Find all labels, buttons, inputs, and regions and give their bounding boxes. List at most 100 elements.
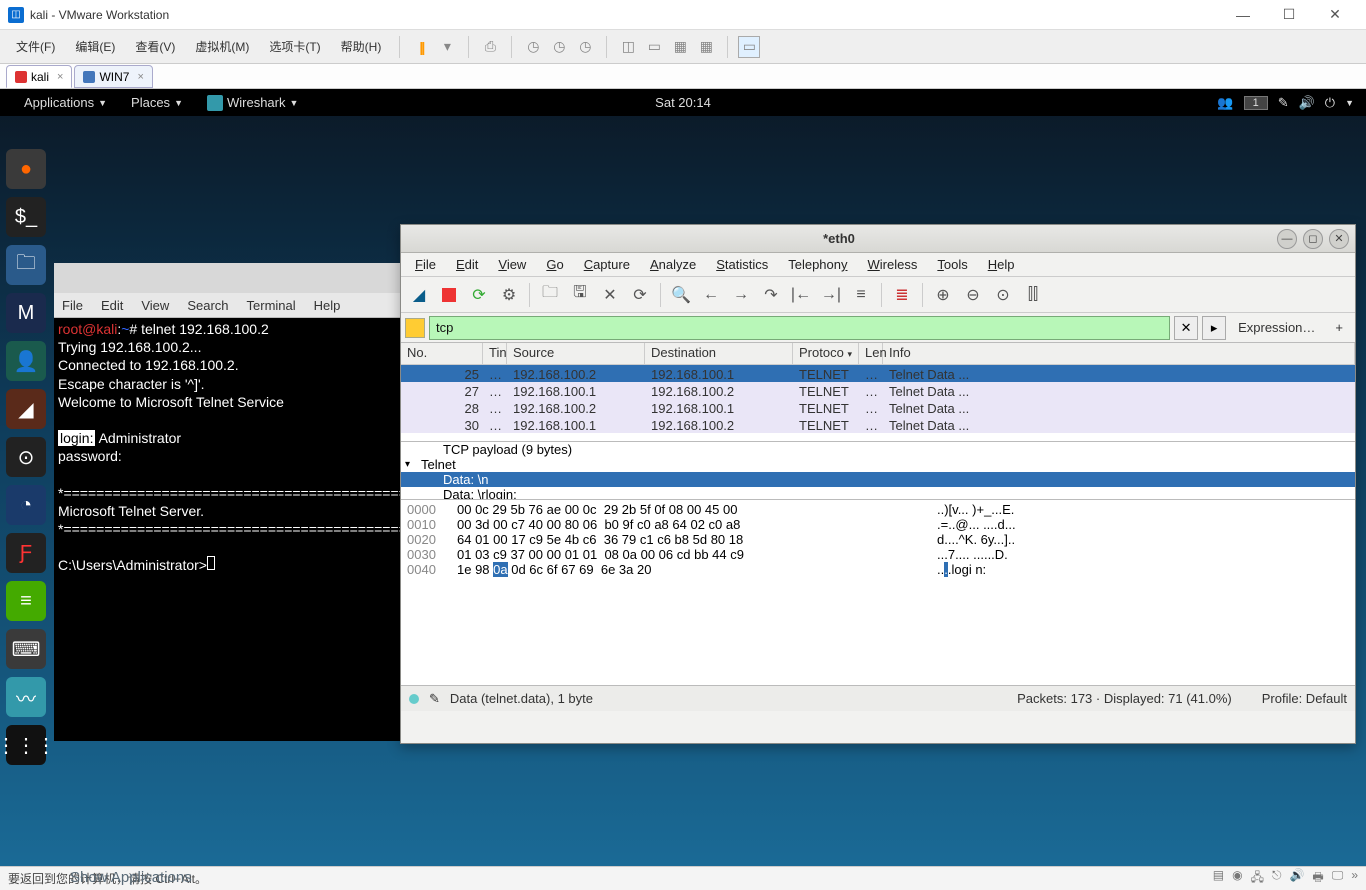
menu-edit[interactable]: 编辑(E): [67, 34, 123, 59]
ws-menu-edit[interactable]: Edit: [448, 255, 486, 274]
packet-row[interactable]: 27…192.168.100.1192.168.100.2TELNET…Teln…: [401, 382, 1355, 399]
status-profile[interactable]: Profile: Default: [1262, 691, 1347, 706]
next-icon[interactable]: →: [727, 281, 755, 309]
packet-row[interactable]: 30…192.168.100.1192.168.100.2TELNET…Teln…: [401, 416, 1355, 433]
menu-file[interactable]: 文件(F): [8, 34, 63, 59]
tree-row[interactable]: ▾Telnet: [401, 457, 1355, 472]
find-icon[interactable]: 🔍: [667, 281, 695, 309]
close-icon[interactable]: ×: [137, 71, 143, 83]
ws-menu-capture[interactable]: Capture: [576, 255, 638, 274]
edit-icon[interactable]: ✎: [429, 691, 440, 707]
add-filter-button[interactable]: +: [1327, 317, 1351, 338]
minimize-button[interactable]: —: [1220, 0, 1266, 30]
ws-maximize-button[interactable]: ◻: [1303, 229, 1323, 249]
tree-row[interactable]: Data: \rlogin:: [401, 487, 1355, 499]
hex-row[interactable]: 001000 3d 00 c7 40 00 80 06 b0 9f c0 a8 …: [407, 517, 1349, 532]
hex-row[interactable]: 003001 03 c9 37 00 00 01 01 08 0a 00 06 …: [407, 547, 1349, 562]
ws-close-button[interactable]: ✕: [1329, 229, 1349, 249]
open-icon[interactable]: 🗀: [536, 281, 564, 309]
applications-menu[interactable]: Applications ▼: [12, 95, 119, 110]
snapshot-icon[interactable]: ◷: [522, 36, 544, 58]
last-icon[interactable]: →|: [817, 281, 845, 309]
expression-button[interactable]: Expression…: [1230, 317, 1323, 338]
menu-view[interactable]: 查看(V): [127, 34, 183, 59]
zoom-out-icon[interactable]: ⊖: [959, 281, 987, 309]
dock-app4[interactable]: ◔: [6, 485, 46, 525]
maximize-button[interactable]: ☐: [1266, 0, 1312, 30]
col-length[interactable]: Len: [859, 343, 883, 364]
dev-display-icon[interactable]: 🖵: [1332, 868, 1344, 889]
close-icon[interactable]: ×: [57, 71, 63, 83]
snapshot-mgr-icon[interactable]: ◷: [574, 36, 596, 58]
menu-tabs[interactable]: 选项卡(T): [261, 34, 328, 59]
options-icon[interactable]: ⚙: [495, 281, 523, 309]
menu-vm[interactable]: 虚拟机(M): [187, 34, 257, 59]
dropdown-icon[interactable]: ▾: [436, 36, 458, 58]
fullscreen-icon[interactable]: ▭: [738, 36, 760, 58]
clear-filter-icon[interactable]: ✕: [1174, 316, 1198, 340]
ws-menu-file[interactable]: File: [407, 255, 444, 274]
ws-menu-go[interactable]: Go: [538, 255, 571, 274]
ws-menu-telephony[interactable]: Telephony: [780, 255, 855, 274]
hex-row[interactable]: 002064 01 00 17 c9 5e 4b c6 36 79 c1 c6 …: [407, 532, 1349, 547]
brush-icon[interactable]: ✎: [1278, 95, 1289, 111]
dock-app2[interactable]: ◢: [6, 389, 46, 429]
prev-icon[interactable]: ←: [697, 281, 725, 309]
dock-metasploit[interactable]: M: [6, 293, 46, 333]
ws-menu-view[interactable]: View: [490, 255, 534, 274]
dock-firefox[interactable]: ●: [6, 149, 46, 189]
ws-menu-help[interactable]: Help: [980, 255, 1023, 274]
restart-capture-icon[interactable]: ⟳: [465, 281, 493, 309]
save-icon[interactable]: 🖫: [566, 281, 594, 309]
apply-filter-icon[interactable]: ▸: [1202, 316, 1226, 340]
dock-wireshark[interactable]: 〰: [6, 677, 46, 717]
dock-grid[interactable]: ⋮⋮⋮: [6, 725, 46, 765]
ws-menu-analyze[interactable]: Analyze: [642, 255, 704, 274]
tree-row[interactable]: Data: \n: [401, 472, 1355, 487]
expert-info-icon[interactable]: [409, 694, 419, 704]
term-menu-terminal[interactable]: Terminal: [247, 298, 296, 313]
chevron-down-icon[interactable]: ▼: [1345, 98, 1354, 108]
resize-cols-icon[interactable]: ⫿⫿: [1019, 281, 1047, 309]
snapshot2-icon[interactable]: ◷: [548, 36, 570, 58]
dev-printer-icon[interactable]: 🖶: [1312, 868, 1323, 889]
dock-terminal[interactable]: $_: [6, 197, 46, 237]
tree-row[interactable]: TCP payload (9 bytes): [401, 442, 1355, 457]
places-menu[interactable]: Places ▼: [119, 95, 195, 110]
dock-app6[interactable]: ≡: [6, 581, 46, 621]
wireshark-menu[interactable]: Wireshark ▼: [195, 95, 310, 111]
term-menu-edit[interactable]: Edit: [101, 298, 123, 313]
wireshark-titlebar[interactable]: *eth0 — ◻ ✕: [401, 225, 1355, 253]
volume-icon[interactable]: 🔊: [1299, 95, 1315, 111]
send-icon[interactable]: ⎙: [479, 36, 501, 58]
term-menu-help[interactable]: Help: [314, 298, 341, 313]
ws-minimize-button[interactable]: —: [1277, 229, 1297, 249]
packet-list[interactable]: No. Tin Source Destination Protoco ▾ Len…: [401, 343, 1355, 441]
hex-row[interactable]: 000000 0c 29 5b 76 ae 00 0c 29 2b 5f 0f …: [407, 502, 1349, 517]
dock-app5[interactable]: Ƒ: [6, 533, 46, 573]
dev-more-icon[interactable]: »: [1351, 868, 1358, 889]
hex-row[interactable]: 00401e 98 0a 0d 6c 6f 67 69 6e 3a 20....…: [407, 562, 1349, 577]
view3-icon[interactable]: ▦: [669, 36, 691, 58]
start-capture-icon[interactable]: ◢: [405, 281, 433, 309]
reload-icon[interactable]: ⟳: [626, 281, 654, 309]
wireshark-window[interactable]: *eth0 — ◻ ✕ File Edit View Go Capture An…: [400, 224, 1356, 744]
view2-icon[interactable]: ▭: [643, 36, 665, 58]
packet-bytes[interactable]: 000000 0c 29 5b 76 ae 00 0c 29 2b 5f 0f …: [401, 499, 1355, 685]
packet-details[interactable]: TCP payload (9 bytes)▾TelnetData: \nData…: [401, 441, 1355, 499]
close-file-icon[interactable]: ✕: [596, 281, 624, 309]
clock[interactable]: Sat 20:14: [655, 95, 711, 110]
vm-tab-win7[interactable]: WIN7 ×: [74, 65, 152, 88]
dev-usb-icon[interactable]: ⎋: [1272, 868, 1282, 889]
term-menu-file[interactable]: File: [62, 298, 83, 313]
close-button[interactable]: ✕: [1312, 0, 1358, 30]
col-source[interactable]: Source: [507, 343, 645, 364]
zoom-in-icon[interactable]: ⊕: [929, 281, 957, 309]
zoom-reset-icon[interactable]: ⊙: [989, 281, 1017, 309]
dev-hdd-icon[interactable]: ▤: [1213, 868, 1224, 889]
bookmark-icon[interactable]: [405, 318, 425, 338]
ws-menu-wireless[interactable]: Wireless: [860, 255, 926, 274]
term-menu-view[interactable]: View: [141, 298, 169, 313]
dock-app1[interactable]: 👤: [6, 341, 46, 381]
ws-menu-stats[interactable]: Statistics: [708, 255, 776, 274]
